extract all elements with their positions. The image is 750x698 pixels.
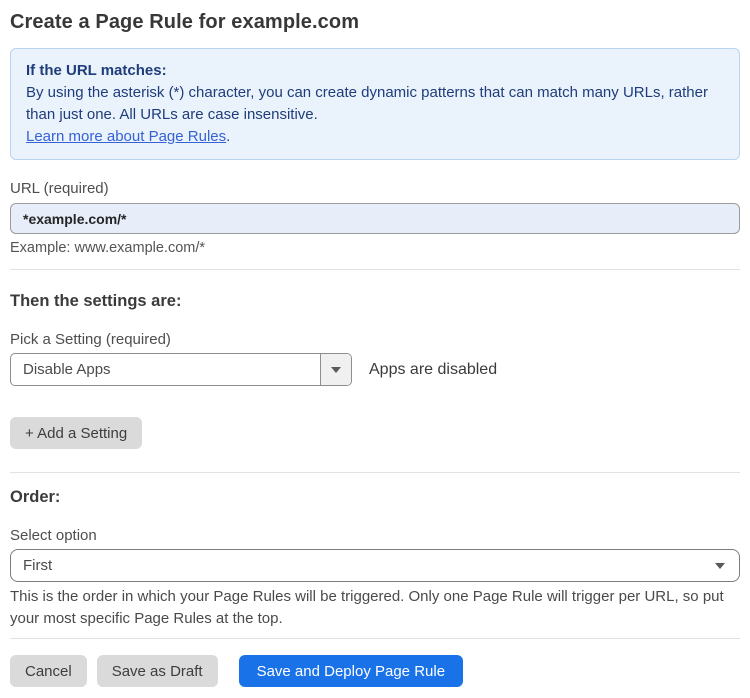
- order-section-heading: Order:: [10, 488, 61, 506]
- divider: [10, 638, 740, 639]
- order-select-value: First: [23, 557, 53, 574]
- save-and-deploy-button[interactable]: Save and Deploy Page Rule: [238, 655, 464, 687]
- add-setting-button[interactable]: + Add a Setting: [10, 417, 143, 449]
- cancel-button[interactable]: Cancel: [10, 655, 87, 687]
- url-input[interactable]: [10, 203, 740, 234]
- setting-dropdown-arrow-button[interactable]: [320, 354, 351, 385]
- pick-setting-label: Pick a Setting (required): [10, 331, 171, 348]
- caret-down-icon: [715, 562, 725, 569]
- info-box-heading: If the URL matches:: [26, 62, 167, 79]
- url-field-label: URL (required): [10, 180, 109, 197]
- info-box-body: By using the asterisk (*) character, you…: [26, 84, 708, 123]
- footer-actions: Cancel Save as Draft Save and Deploy Pag…: [10, 655, 740, 687]
- setting-dropdown[interactable]: Disable Apps: [10, 353, 352, 386]
- learn-more-link[interactable]: Learn more about Page Rules: [26, 128, 226, 145]
- order-select[interactable]: First: [10, 549, 740, 582]
- setting-dropdown-value[interactable]: Disable Apps: [11, 354, 320, 385]
- divider: [10, 269, 740, 270]
- setting-status-text: Apps are disabled: [369, 360, 498, 378]
- setting-row: Disable Apps Apps are disabled: [10, 353, 740, 386]
- link-suffix: .: [226, 128, 231, 145]
- url-example-helper: Example: www.example.com/*: [10, 240, 206, 256]
- url-match-info-box: If the URL matches: By using the asteris…: [10, 48, 740, 160]
- caret-down-icon: [331, 366, 341, 373]
- order-select-label: Select option: [10, 527, 97, 544]
- divider: [10, 472, 740, 473]
- info-box-link-line: Learn more about Page Rules.: [26, 126, 724, 148]
- save-as-draft-button[interactable]: Save as Draft: [96, 655, 218, 687]
- page-title: Create a Page Rule for example.com: [10, 11, 360, 33]
- order-helper-text: This is the order in which your Page Rul…: [10, 588, 724, 627]
- settings-section-heading: Then the settings are:: [10, 292, 182, 310]
